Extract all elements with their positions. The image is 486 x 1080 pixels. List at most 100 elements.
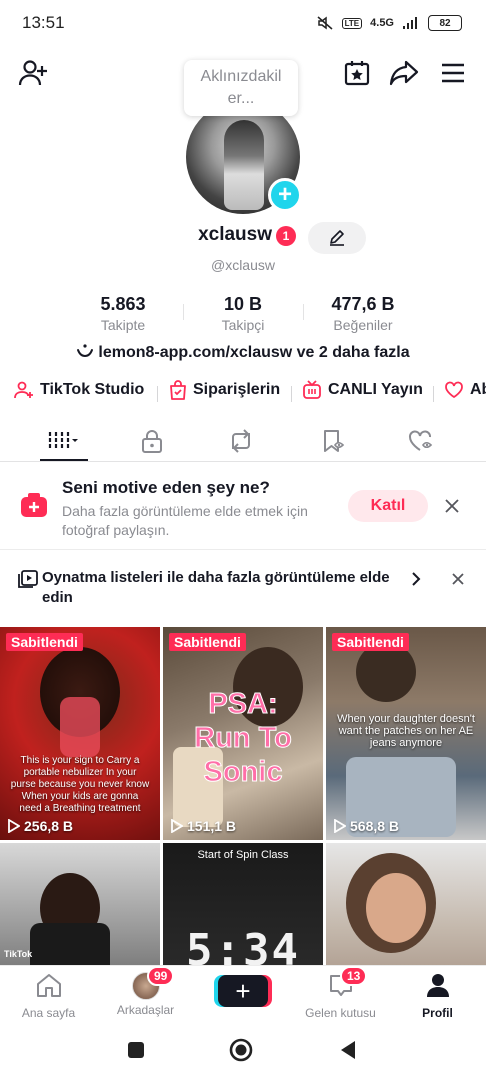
stat-label: Takipçi: [221, 317, 265, 333]
friends-badge: 99: [147, 966, 175, 986]
stats-row: 5.863 Takipte 10 B Takipçi 477,6 B Beğen…: [0, 294, 486, 340]
lte-icon: LTE: [341, 17, 363, 29]
view-count: 151,1 B: [171, 818, 236, 834]
playlist-prompt[interactable]: Oynatma listeleri ile daha fazla görüntü…: [0, 550, 486, 626]
video-thumbnail[interactable]: Sabitlendi When your daughter doesn't wa…: [326, 627, 486, 840]
notification-badge[interactable]: 1: [276, 226, 296, 246]
bottom-nav: Ana sayfa 99 Arkadaşlar + 13 Gelen kutus…: [0, 965, 486, 1025]
share-icon[interactable]: [387, 56, 421, 90]
username: xclausw: [198, 224, 272, 245]
video-grid: Sabitlendi This is your sign to Carry a …: [0, 627, 486, 965]
shortcut-tiktok-studio[interactable]: TikTok Studio: [14, 380, 144, 400]
inbox-badge: 13: [340, 966, 368, 986]
nav-friends[interactable]: 99 Arkadaşlar: [97, 966, 194, 1017]
back-icon[interactable]: [339, 1040, 357, 1060]
playlist-icon: [18, 570, 38, 588]
tab-private[interactable]: [122, 420, 182, 461]
close-icon[interactable]: [444, 498, 460, 514]
liked-icon: [409, 429, 433, 451]
shortcut-more[interactable]: Ab: [444, 380, 486, 400]
bio-link-text: lemon8-app.com/xclausw ve 2 daha fazla: [98, 344, 410, 361]
video-caption: PSA: Run To Sonic: [194, 688, 293, 789]
thought-bubble[interactable]: Aklınızdakil er...: [184, 60, 298, 116]
shortcut-label: CANLI Yayın: [328, 381, 423, 398]
shortcut-label: Siparişlerin: [193, 381, 281, 398]
signal-icon: [403, 17, 417, 29]
pinned-badge: Sabitlendi: [6, 633, 83, 651]
join-button[interactable]: Katıl: [348, 490, 428, 522]
tab-saved[interactable]: [304, 420, 364, 461]
live-tv-icon: [303, 380, 321, 399]
play-icon: [171, 819, 183, 833]
bio-link[interactable]: lemon8-app.com/xclausw ve 2 daha fazla: [0, 344, 486, 362]
stat-following[interactable]: 5.863 Takipte: [63, 294, 183, 333]
stat-label: Takipte: [100, 317, 146, 333]
divider: [303, 304, 304, 320]
person-plus-icon: [14, 381, 33, 399]
shortcut-orders[interactable]: Siparişlerin: [169, 380, 280, 400]
tab-liked[interactable]: [392, 420, 452, 461]
hearts-icon: [445, 381, 463, 399]
tab-videos[interactable]: [34, 420, 94, 461]
nav-inbox[interactable]: 13 Gelen kutusu: [292, 966, 389, 1020]
link-smile-icon: [77, 344, 94, 358]
home-button-icon[interactable]: [229, 1038, 253, 1062]
video-thumbnail[interactable]: TikTok: [0, 843, 160, 965]
recent-apps-icon[interactable]: [127, 1041, 145, 1059]
system-nav-bar: [0, 1025, 486, 1080]
active-tab-indicator: [40, 459, 88, 461]
calendar-star-icon[interactable]: [340, 56, 374, 90]
mute-icon: [317, 16, 333, 30]
tab-reposts[interactable]: [211, 420, 271, 461]
profile-icon: [426, 974, 449, 997]
chevron-right-icon[interactable]: [410, 572, 422, 586]
edit-profile-button[interactable]: [308, 222, 366, 254]
shopping-bag-icon: [170, 380, 186, 400]
add-avatar-button[interactable]: +: [268, 178, 302, 212]
video-thumbnail[interactable]: [326, 843, 486, 965]
add-friend-icon[interactable]: [16, 56, 50, 90]
motivation-prompt: Seni motive eden şey ne? Daha fazla görü…: [0, 462, 486, 550]
view-count: 568,8 B: [334, 818, 399, 834]
network-type: 4.5G: [370, 17, 394, 29]
status-bar: 13:51 LTE 4.5G 82: [0, 0, 486, 46]
name-row: xclausw 1: [0, 222, 486, 254]
prompt-title: Seni motive eden şey ne?: [62, 478, 270, 497]
stat-followers[interactable]: 10 B Takipçi: [183, 294, 303, 333]
nav-profile[interactable]: Profil: [389, 972, 486, 1020]
pinned-badge: Sabitlendi: [332, 633, 409, 651]
menu-icon[interactable]: [436, 56, 470, 90]
photo-add-icon: [21, 493, 47, 517]
repost-icon: [232, 428, 250, 453]
shortcut-label: Ab: [470, 381, 486, 398]
content-tabs: [0, 420, 486, 462]
stat-likes[interactable]: 477,6 B Beğeniler: [303, 294, 423, 333]
divider: [183, 304, 184, 320]
nav-home[interactable]: Ana sayfa: [0, 972, 97, 1020]
nav-label: Profil: [422, 1006, 453, 1020]
pencil-icon: [330, 230, 344, 246]
playlist-prompt-text: Oynatma listeleri ile daha fazla görüntü…: [42, 569, 390, 606]
play-icon: [8, 819, 20, 833]
shortcut-live[interactable]: CANLI Yayın: [302, 380, 423, 400]
lock-icon: [142, 429, 162, 453]
video-thumbnail[interactable]: Start of Spin Class 5:34: [163, 843, 323, 965]
nav-label: Gelen kutusu: [305, 1006, 376, 1020]
tiktok-watermark: TikTok: [4, 949, 33, 959]
home-icon: [36, 974, 61, 997]
video-thumbnail[interactable]: Sabitlendi PSA: Run To Sonic 151,1 B: [163, 627, 323, 840]
play-icon: [334, 819, 346, 833]
battery-icon: 82: [428, 15, 462, 31]
video-caption: This is your sign to Carry a portable ne…: [10, 755, 150, 814]
handle: @xclausw: [210, 257, 275, 273]
prompt-subtitle: Daha fazla görüntüleme elde etmek için f…: [62, 503, 308, 538]
grid-icon: [48, 431, 78, 450]
video-thumbnail[interactable]: Sabitlendi This is your sign to Carry a …: [0, 627, 160, 840]
close-icon[interactable]: [452, 573, 464, 585]
stat-value: 10 B: [223, 294, 263, 314]
stat-label: Beğeniler: [333, 317, 393, 333]
nav-label: Ana sayfa: [21, 1006, 76, 1020]
saved-icon: [324, 429, 345, 452]
divider: [291, 386, 292, 402]
create-button[interactable]: +: [218, 975, 268, 1007]
